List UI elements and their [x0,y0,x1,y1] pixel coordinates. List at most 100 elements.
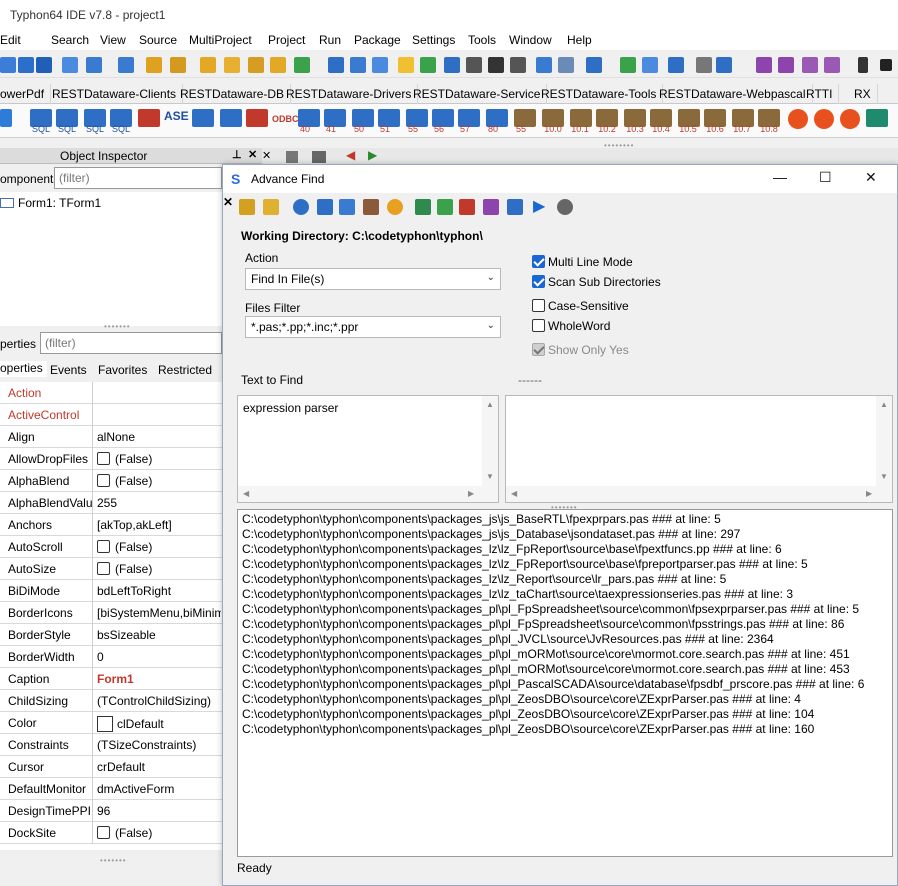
tab-rx[interactable]: RX [848,84,878,104]
list-item[interactable]: C:\codetyphon\typhon\components\packages… [242,527,740,542]
property-row[interactable]: DefaultMonitor dmActiveForm [0,778,222,800]
save-icon[interactable] [36,57,52,73]
property-row[interactable]: Constraints (TSizeConstraints) [0,734,222,756]
elephant-icon[interactable] [220,109,242,127]
list-item[interactable]: C:\codetyphon\typhon\components\packages… [242,587,793,602]
copy-icon[interactable] [437,199,453,215]
tab-restdataware-service[interactable]: RESTDataware-Service [407,84,548,104]
gear-icon[interactable] [756,57,772,73]
tab-restdataware-webpascal[interactable]: RESTDataware-Webpascal [653,84,813,104]
tab-restdataware-drivers[interactable]: RESTDataware-Drivers [280,84,419,104]
tab-rtti[interactable]: RTTI [800,84,840,104]
build-icon[interactable] [444,57,460,73]
property-checkbox[interactable] [97,540,110,553]
menu-view[interactable]: View [100,33,126,47]
list-icon[interactable] [510,57,526,73]
wave-icon[interactable] [668,57,684,73]
list-item[interactable]: C:\codetyphon\typhon\components\packages… [242,572,726,587]
home-icon[interactable] [620,57,636,73]
new-search-icon[interactable] [239,199,255,215]
property-row[interactable]: BorderWidth 0 [0,646,222,668]
tab-favorites[interactable]: Favorites [98,363,147,377]
tab-properties[interactable]: operties [0,361,47,377]
property-row[interactable]: DockSite (False) [0,822,222,844]
component-icon[interactable] [170,57,186,73]
monitor-icon[interactable] [716,57,732,73]
horizontal-scrollbar[interactable]: ◀ ▶ [506,486,892,502]
close-icon[interactable]: ✕ [262,149,271,162]
menu-run[interactable]: Run [319,33,341,47]
run-icon[interactable] [802,57,818,73]
property-row[interactable]: AutoScroll (False) [0,536,222,558]
menu-multiproject[interactable]: MultiProject [189,33,252,47]
step-icon[interactable] [824,57,840,73]
toggle-icon[interactable] [248,57,264,73]
property-row[interactable]: BorderIcons[biSystemMenu,biMinimize [0,602,222,624]
menu-settings[interactable]: Settings [412,33,455,47]
network-icon[interactable] [586,57,602,73]
phoenix-icon[interactable] [814,109,834,129]
open-folder-icon[interactable] [263,199,279,215]
package-icon[interactable] [146,57,162,73]
forward-arrow-icon[interactable]: ▶ [368,148,377,162]
edit-icon[interactable] [398,57,414,73]
property-row[interactable]: Color clDefault [0,712,222,734]
tab-events[interactable]: Events [50,363,87,377]
new-file-icon[interactable] [0,57,16,73]
minimize-icon[interactable]: — [773,169,787,185]
list-item[interactable]: C:\codetyphon\typhon\components\packages… [242,632,774,647]
close-icon[interactable]: ✕ [223,195,233,209]
list-item[interactable]: C:\codetyphon\typhon\components\packages… [242,542,782,557]
pointer-icon[interactable] [0,109,12,127]
files-filter-select[interactable]: *.pas;*.pp;*.inc;*.ppr ⌄ [245,316,501,338]
inspect-icon[interactable] [270,57,286,73]
vertical-scrollbar[interactable]: ▲ ▼ [482,396,498,488]
find-icon[interactable] [317,199,333,215]
menu-tools[interactable]: Tools [468,33,496,47]
properties-filter-input[interactable]: (filter) [40,332,222,354]
close-icon[interactable]: ✕ [865,169,877,186]
list-item[interactable]: C:\codetyphon\typhon\components\packages… [242,512,721,527]
property-row[interactable]: AlphaBlendValu 255 [0,492,222,514]
db-icon[interactable] [246,109,268,127]
odbc-icon[interactable]: ODBC [272,114,299,132]
save-all-icon[interactable] [328,57,344,73]
text-to-find-memo[interactable]: expression parser ▲ ▼ ◀ ▶ [237,395,499,503]
brush-icon[interactable] [363,199,379,215]
property-row[interactable]: ChildSizing (TControlChildSizing) [0,690,222,712]
property-row[interactable]: Cursor crDefault [0,756,222,778]
menu-package[interactable]: Package [354,33,401,47]
list-item[interactable]: C:\codetyphon\typhon\components\packages… [242,557,808,572]
list-item[interactable]: C:\codetyphon\typhon\components\packages… [242,647,850,662]
doc-icon[interactable] [488,57,504,73]
menu-edit[interactable]: Edit [0,33,21,47]
phoenix-icon[interactable] [788,109,808,129]
property-checkbox[interactable] [97,826,110,839]
settings-icon[interactable] [778,57,794,73]
start-search-icon[interactable]: ▶ [533,199,549,215]
feather-icon[interactable] [138,109,160,127]
phoenix-icon[interactable] [840,109,860,129]
property-row[interactable]: AllowDropFiles (False) [0,448,222,470]
copy-red-icon[interactable] [459,199,475,215]
wave-icon[interactable] [339,199,355,215]
pause-icon[interactable] [858,57,868,73]
link-icon[interactable] [642,57,658,73]
copy-purple-icon[interactable] [483,199,499,215]
project-icon[interactable] [62,57,78,73]
splitter-grip[interactable]: ••••••• [104,322,131,331]
list-item[interactable]: C:\codetyphon\typhon\components\packages… [242,662,850,677]
stop-icon[interactable] [880,59,892,71]
spiral-icon[interactable] [293,199,309,215]
color-swatch[interactable] [97,716,113,732]
add-icon[interactable] [294,57,310,73]
menu-help[interactable]: Help [567,33,592,47]
tab-restdataware-clients[interactable]: RESTDataware-Clients [46,84,184,104]
property-row[interactable]: Action [0,382,222,404]
doc-icon[interactable] [286,151,298,163]
property-row[interactable]: BorderStyle bsSizeable [0,624,222,646]
clock-icon[interactable] [387,199,403,215]
list-item[interactable]: C:\codetyphon\typhon\components\packages… [242,677,864,692]
search-icon[interactable] [86,57,102,73]
property-row[interactable]: BiDiMode bdLeftToRight [0,580,222,602]
